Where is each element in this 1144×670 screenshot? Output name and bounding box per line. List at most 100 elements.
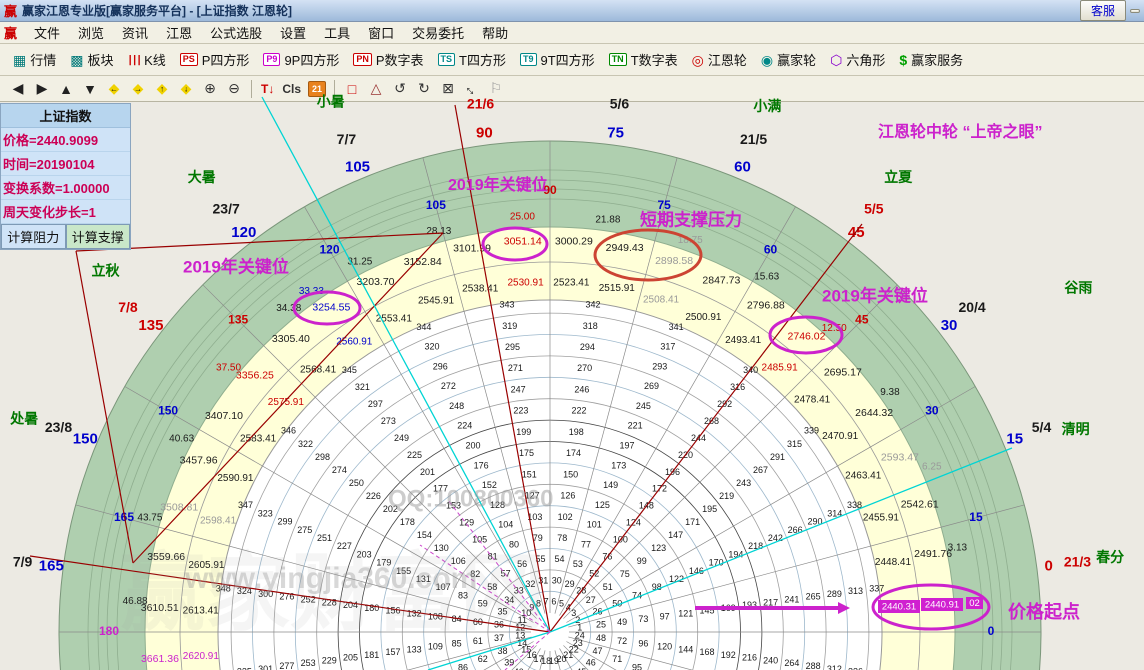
svg-text:02: 02 xyxy=(969,598,980,609)
svg-text:21/6: 21/6 xyxy=(467,95,494,111)
svg-text:7/7: 7/7 xyxy=(337,131,357,147)
svg-text:342: 342 xyxy=(586,300,601,310)
svg-text:180: 180 xyxy=(99,624,119,638)
svg-text:273: 273 xyxy=(381,416,396,426)
svg-text:3203.70: 3203.70 xyxy=(357,276,395,288)
svg-text:24: 24 xyxy=(575,630,585,640)
svg-text:小暑: 小暑 xyxy=(317,93,345,109)
svg-text:223: 223 xyxy=(513,406,528,416)
svg-text:2508.41: 2508.41 xyxy=(643,295,680,306)
svg-text:346: 346 xyxy=(281,426,296,436)
svg-text:2593.47: 2593.47 xyxy=(881,451,919,463)
svg-text:275: 275 xyxy=(297,525,312,535)
svg-text:147: 147 xyxy=(668,530,683,540)
svg-text:3508.81: 3508.81 xyxy=(160,502,198,514)
svg-text:267: 267 xyxy=(753,465,768,475)
svg-text:343: 343 xyxy=(499,300,514,310)
svg-text:40.63: 40.63 xyxy=(169,433,194,444)
svg-text:大暑: 大暑 xyxy=(188,169,216,185)
svg-text:123: 123 xyxy=(651,543,666,553)
svg-text:2644.32: 2644.32 xyxy=(855,407,893,419)
svg-text:269: 269 xyxy=(644,381,659,391)
svg-text:249: 249 xyxy=(394,433,409,443)
svg-text:266: 266 xyxy=(788,525,803,535)
svg-text:109: 109 xyxy=(428,641,443,651)
svg-text:133: 133 xyxy=(407,644,422,654)
svg-text:60: 60 xyxy=(734,158,751,175)
svg-text:5: 5 xyxy=(559,599,564,609)
svg-text:248: 248 xyxy=(449,401,464,411)
svg-text:157: 157 xyxy=(385,647,400,657)
svg-text:3457.96: 3457.96 xyxy=(180,454,218,466)
gann-wheel-chart[interactable]: 1234567891011121314151617181920212223242… xyxy=(0,0,1144,670)
svg-text:154: 154 xyxy=(417,530,432,540)
svg-text:150: 150 xyxy=(563,469,578,479)
svg-text:216: 216 xyxy=(742,653,757,663)
svg-text:120: 120 xyxy=(231,224,256,241)
svg-text:15: 15 xyxy=(1006,430,1023,447)
svg-text:104: 104 xyxy=(498,520,513,530)
svg-text:86: 86 xyxy=(458,662,468,670)
svg-text:3661.36: 3661.36 xyxy=(141,653,179,665)
svg-text:277: 277 xyxy=(279,661,294,670)
svg-text:102: 102 xyxy=(558,512,573,522)
calc-support-button[interactable]: 计算支撑 xyxy=(65,224,130,249)
svg-text:173: 173 xyxy=(611,460,626,470)
svg-text:121: 121 xyxy=(678,608,693,618)
svg-text:20/4: 20/4 xyxy=(958,299,985,315)
svg-text:9.38: 9.38 xyxy=(880,387,900,398)
svg-text:15: 15 xyxy=(969,510,983,524)
svg-text:265: 265 xyxy=(806,592,821,602)
svg-text:339: 339 xyxy=(804,426,819,436)
svg-text:2515.91: 2515.91 xyxy=(599,283,636,294)
svg-text:344: 344 xyxy=(416,322,431,332)
svg-text:243: 243 xyxy=(736,478,751,488)
svg-text:2949.43: 2949.43 xyxy=(606,242,644,254)
svg-text:341: 341 xyxy=(669,322,684,332)
svg-text:151: 151 xyxy=(522,469,537,479)
svg-text:245: 245 xyxy=(636,401,651,411)
svg-text:48: 48 xyxy=(596,633,606,643)
svg-text:175: 175 xyxy=(519,448,534,458)
calc-resistance-button[interactable]: 计算阻力 xyxy=(1,224,66,249)
svg-text:322: 322 xyxy=(298,439,313,449)
svg-text:318: 318 xyxy=(583,321,598,331)
svg-text:3152.84: 3152.84 xyxy=(404,256,442,268)
info-row-0: 价格=2440.9099 xyxy=(1,128,130,152)
svg-text:2898.58: 2898.58 xyxy=(655,255,693,267)
svg-text:谷雨: 谷雨 xyxy=(1064,280,1092,296)
svg-text:赢家财富网: 赢家财富网 xyxy=(120,546,545,641)
svg-text:337: 337 xyxy=(869,583,884,593)
svg-text:241: 241 xyxy=(784,595,799,605)
svg-text:43.75: 43.75 xyxy=(137,513,162,524)
svg-text:2545.91: 2545.91 xyxy=(418,296,455,307)
svg-text:105: 105 xyxy=(426,198,446,212)
svg-text:54: 54 xyxy=(554,554,564,564)
svg-text:96: 96 xyxy=(638,639,648,649)
svg-text:72: 72 xyxy=(617,636,627,646)
svg-text:小满: 小满 xyxy=(753,98,781,114)
svg-text:2500.91: 2500.91 xyxy=(685,312,722,323)
instrument-info-panel: 上证指数 价格=2440.9099 时间=20190104 变换系数=1.00000… xyxy=(0,103,131,250)
svg-text:135: 135 xyxy=(138,317,163,334)
svg-text:2695.17: 2695.17 xyxy=(824,367,862,379)
svg-text:295: 295 xyxy=(505,342,520,352)
svg-text:3.13: 3.13 xyxy=(948,542,968,553)
svg-text:221: 221 xyxy=(628,421,643,431)
svg-text:149: 149 xyxy=(603,480,618,490)
svg-text:立夏: 立夏 xyxy=(884,169,913,185)
svg-text:29: 29 xyxy=(565,579,575,589)
svg-text:3: 3 xyxy=(571,608,576,618)
svg-text:289: 289 xyxy=(827,589,842,599)
svg-text:296: 296 xyxy=(433,361,448,371)
svg-text:251: 251 xyxy=(317,533,332,543)
svg-text:195: 195 xyxy=(702,504,717,514)
svg-text:240: 240 xyxy=(763,655,778,665)
svg-text:250: 250 xyxy=(349,478,364,488)
svg-text:2746.02: 2746.02 xyxy=(788,331,826,343)
svg-text:2575.91: 2575.91 xyxy=(268,397,305,408)
svg-text:2542.61: 2542.61 xyxy=(901,498,939,510)
svg-text:293: 293 xyxy=(652,361,667,371)
svg-text:205: 205 xyxy=(343,653,358,663)
svg-text:323: 323 xyxy=(258,508,273,518)
